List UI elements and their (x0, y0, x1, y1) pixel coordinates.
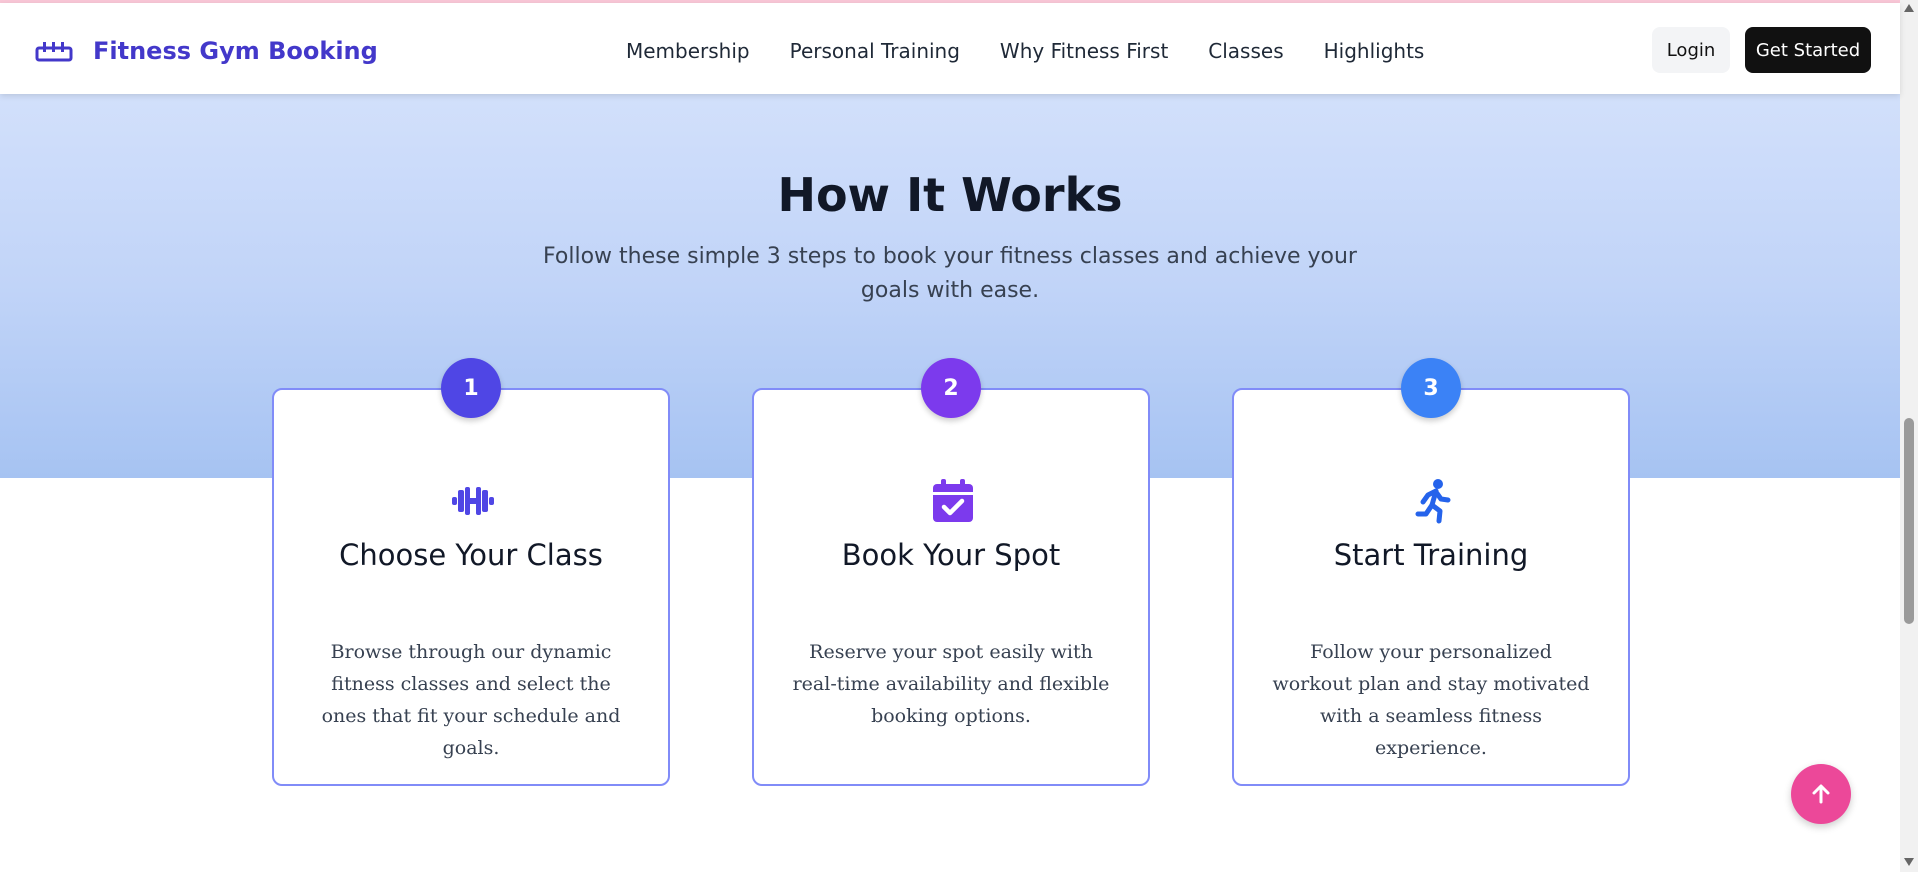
running-person-icon (1415, 479, 1451, 524)
step-description: Reserve your spot easily with real-time … (792, 641, 1110, 727)
nav-link-classes[interactable]: Classes (1208, 39, 1283, 63)
calendar-check-icon (933, 479, 973, 522)
step-number-badge: 1 (441, 358, 501, 418)
nav-link-membership[interactable]: Membership (626, 39, 750, 63)
scrollbar-up-arrow-icon[interactable] (1904, 4, 1914, 12)
step-number-badge: 2 (921, 358, 981, 418)
dumbbell-icon (452, 487, 494, 515)
arrow-up-icon (1812, 784, 1830, 804)
dumbbell-logo-icon (35, 42, 73, 62)
step-title: Book Your Spot (841, 538, 1061, 572)
step-title: Choose Your Class (339, 538, 603, 572)
nav-link-why-fitness-first[interactable]: Why Fitness First (1000, 39, 1168, 63)
step-card-2: 2 Book Your Spot Reserve your spot easil… (752, 358, 1150, 786)
step-number-badge: 3 (1401, 358, 1461, 418)
nav-link-highlights[interactable]: Highlights (1324, 39, 1425, 63)
section-subtitle: Follow these simple 3 steps to book your… (543, 244, 1357, 303)
step-title: Start Training (1333, 538, 1529, 572)
nav-link-personal-training[interactable]: Personal Training (790, 39, 960, 63)
brand[interactable]: Fitness Gym Booking (35, 37, 378, 65)
step-description: Browse through our dynamic fitness class… (321, 641, 621, 759)
step-card-1: 1 Choose Your Class Browse through our d… (272, 358, 670, 786)
scrollbar-thumb[interactable] (1904, 418, 1914, 624)
scrollbar-down-arrow-icon[interactable] (1904, 858, 1914, 866)
step-description: Follow your personalized workout plan an… (1272, 641, 1590, 759)
section-title: How It Works (777, 168, 1123, 222)
brand-name[interactable]: Fitness Gym Booking (93, 37, 378, 65)
scroll-to-top-button[interactable] (1791, 764, 1851, 824)
step-card-3: 3 Start Training Follow your personalize… (1232, 358, 1630, 786)
get-started-button[interactable]: Get Started (1745, 27, 1871, 73)
login-button[interactable]: Login (1652, 27, 1730, 73)
navbar: Fitness Gym Booking Membership Personal … (0, 3, 1900, 94)
nav-links: Membership Personal Training Why Fitness… (626, 39, 1424, 63)
